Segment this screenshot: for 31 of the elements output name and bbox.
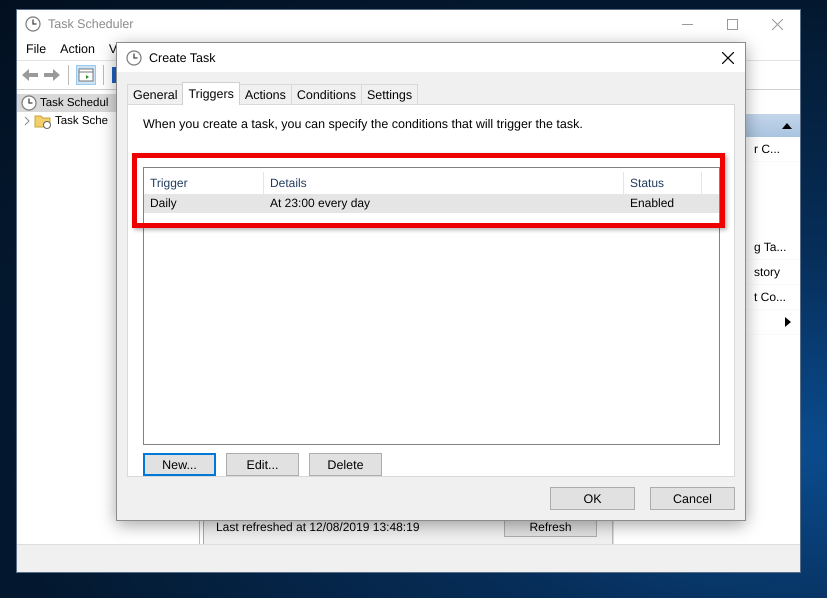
dialog-button[interactable]: Cancel [650, 487, 735, 510]
list-button[interactable]: New... [143, 453, 216, 476]
chevron-icon [23, 116, 31, 126]
table-row[interactable]: Daily At 23:00 every day Enabled [144, 194, 719, 213]
table-cell-text: Daily [149, 196, 178, 210]
maximize-icon[interactable] [727, 18, 738, 30]
clock-icon [126, 50, 142, 66]
list-button[interactable]: Delete [309, 453, 382, 476]
close-icon[interactable] [722, 52, 734, 64]
console-tree-button[interactable] [76, 65, 96, 85]
window-title: Task Scheduler [48, 17, 134, 31]
collapse-icon[interactable] [782, 122, 792, 128]
trigger-list[interactable]: Trigger Details Status Daily At 23:00 every day Enabled [143, 166, 720, 445]
clock-icon [21, 95, 37, 111]
dialog-button[interactable]: OK [550, 487, 635, 510]
table-cell-text: At 23:00 every day [269, 196, 372, 210]
tab[interactable]: Settings [360, 84, 418, 104]
description-text: When you create a task, you can specify the conditions that will trigger the task. [143, 117, 584, 133]
menu-item[interactable]: Action [60, 42, 95, 56]
forward-arrow-icon[interactable] [43, 68, 61, 82]
clock-icon [25, 16, 41, 32]
table-cell-text: Enabled [629, 196, 676, 210]
folder-icon [34, 113, 52, 129]
tab[interactable]: General [127, 84, 184, 104]
list-button[interactable]: Edit... [226, 453, 299, 476]
menu-item[interactable]: File [26, 42, 46, 56]
back-arrow-icon[interactable] [21, 68, 39, 82]
tab[interactable]: Triggers [182, 82, 240, 105]
status-text: Last refreshed at 12/08/2019 13:48:19 [216, 520, 420, 534]
submenu-arrow-icon[interactable] [785, 317, 791, 327]
dialog-title: Create Task [149, 50, 216, 64]
